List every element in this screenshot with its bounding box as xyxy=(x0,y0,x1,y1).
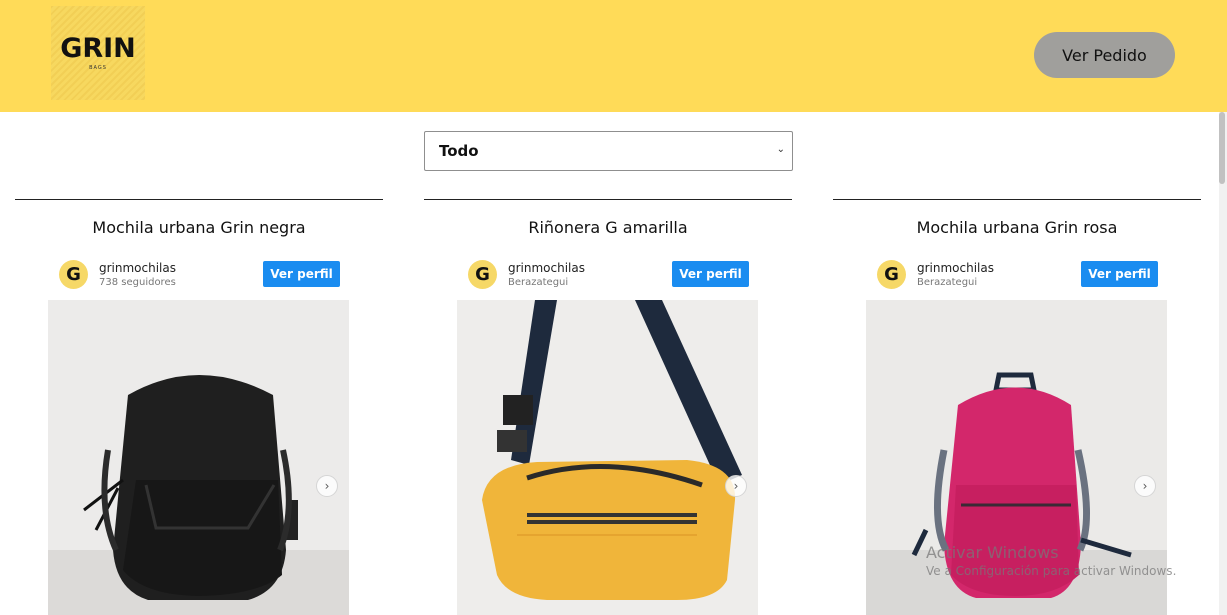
category-select-value: Todo xyxy=(439,142,479,160)
product-image[interactable] xyxy=(48,300,349,615)
divider xyxy=(424,199,792,200)
yellow-fanny-pack-image xyxy=(457,300,758,615)
product-card: Mochila urbana Grin negra G grinmochilas… xyxy=(15,199,383,615)
user-subline: Berazategui xyxy=(508,277,569,288)
avatar[interactable]: G xyxy=(59,260,88,289)
logo[interactable]: GRIN BAGS xyxy=(51,6,145,100)
avatar-letter: G xyxy=(66,264,81,285)
chevron-right-icon[interactable]: › xyxy=(725,475,747,497)
chevron-down-icon: ⌄ xyxy=(776,144,785,155)
scrollbar-thumb[interactable] xyxy=(1219,112,1225,184)
user-subline: Berazategui xyxy=(917,277,978,288)
product-title: Riñonera G amarilla xyxy=(528,218,688,237)
logo-subtext: BAGS xyxy=(89,65,107,71)
avatar-letter: G xyxy=(884,264,899,285)
watermark-line-1: Activar Windows xyxy=(926,543,1059,562)
watermark-line-2: Ve a Configuración para activar Windows. xyxy=(926,564,1177,578)
chevron-right-icon[interactable]: › xyxy=(316,475,338,497)
category-select[interactable]: Todo ⌄ xyxy=(424,131,793,171)
view-profile-button[interactable]: Ver perfil xyxy=(1081,261,1158,287)
divider xyxy=(833,199,1201,200)
windows-activation-watermark: Activar Windows Ve a Configuración para … xyxy=(926,543,1176,578)
username[interactable]: grinmochilas xyxy=(508,261,585,275)
product-card: Riñonera G amarilla G grinmochilas Beraz… xyxy=(424,199,792,615)
logo-text: GRIN xyxy=(60,33,136,64)
divider xyxy=(15,199,383,200)
chevron-right-icon[interactable]: › xyxy=(1134,475,1156,497)
view-profile-button[interactable]: Ver perfil xyxy=(672,261,749,287)
username[interactable]: grinmochilas xyxy=(99,261,176,275)
avatar[interactable]: G xyxy=(877,260,906,289)
page-scrollbar[interactable] xyxy=(1219,112,1227,615)
black-backpack-image xyxy=(48,300,349,615)
view-order-button[interactable]: Ver Pedido xyxy=(1034,32,1175,78)
product-title: Mochila urbana Grin negra xyxy=(92,218,306,237)
avatar[interactable]: G xyxy=(468,260,497,289)
product-title: Mochila urbana Grin rosa xyxy=(916,218,1118,237)
product-image[interactable] xyxy=(457,300,758,615)
username[interactable]: grinmochilas xyxy=(917,261,994,275)
user-subline: 738 seguidores xyxy=(99,277,176,288)
view-profile-button[interactable]: Ver perfil xyxy=(263,261,340,287)
header: GRIN BAGS Ver Pedido xyxy=(0,0,1227,112)
avatar-letter: G xyxy=(475,264,490,285)
